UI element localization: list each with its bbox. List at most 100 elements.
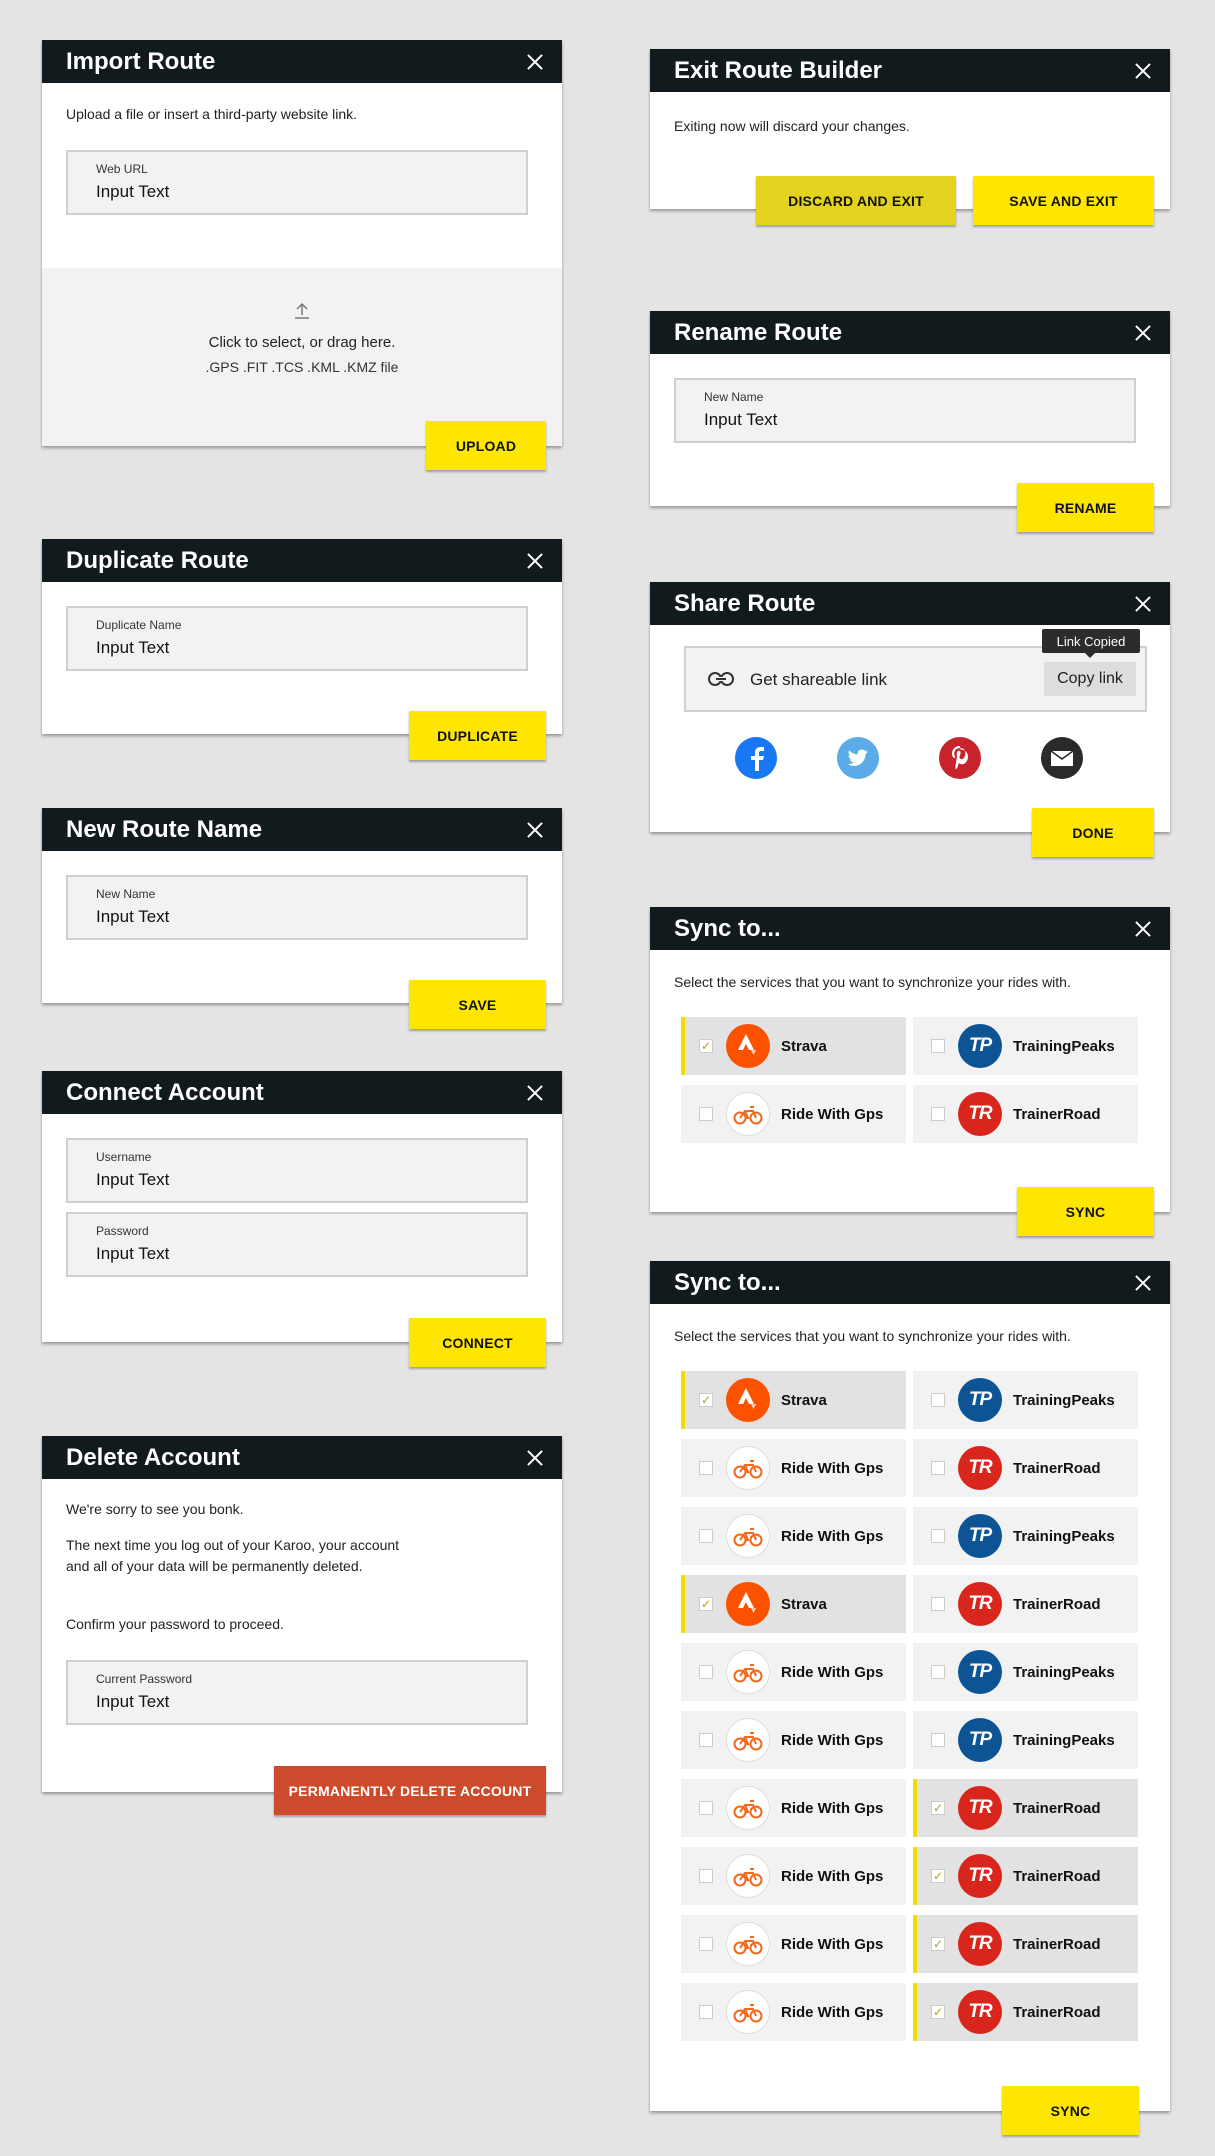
checkbox[interactable]	[931, 1393, 945, 1407]
service-option[interactable]: ✓ Strava	[681, 1575, 906, 1633]
service-option[interactable]: Ride With Gps	[681, 1439, 906, 1497]
checkbox-checked[interactable]: ✓	[931, 1937, 945, 1951]
service-option[interactable]: TP TrainingPeaks	[913, 1017, 1138, 1075]
close-icon[interactable]	[1134, 62, 1152, 80]
tp-logo-icon: TP	[958, 1378, 1002, 1422]
checkbox[interactable]	[931, 1665, 945, 1679]
sync-button[interactable]: SYNC	[1017, 1187, 1154, 1236]
field-value: Input Text	[96, 1692, 170, 1711]
close-icon[interactable]	[1134, 1274, 1152, 1292]
username-field[interactable]: Username Input Text	[66, 1138, 528, 1203]
checkbox-checked[interactable]: ✓	[931, 1801, 945, 1815]
service-option[interactable]: TP TrainingPeaks	[913, 1371, 1138, 1429]
password-field[interactable]: Password Input Text	[66, 1212, 528, 1277]
checkbox[interactable]	[699, 1529, 713, 1543]
service-option[interactable]: ✓ TR TrainerRoad	[913, 1847, 1138, 1905]
service-name: Ride With Gps	[781, 1663, 884, 1681]
checkbox[interactable]	[699, 1801, 713, 1815]
rwg-logo-icon	[726, 1922, 770, 1966]
service-option[interactable]: ✓ Strava	[681, 1371, 906, 1429]
close-icon[interactable]	[1134, 595, 1152, 613]
service-option[interactable]: Ride With Gps	[681, 1507, 906, 1565]
checkbox[interactable]	[931, 1597, 945, 1611]
service-option[interactable]: Ride With Gps	[681, 1779, 906, 1837]
close-icon[interactable]	[1134, 920, 1152, 938]
checkbox[interactable]	[699, 1733, 713, 1747]
web-url-field[interactable]: Web URL Input Text	[66, 150, 528, 215]
checkbox-checked[interactable]: ✓	[931, 2005, 945, 2019]
dialog-title: Exit Route Builder	[674, 56, 883, 84]
checkbox[interactable]	[699, 2005, 713, 2019]
copy-link-button[interactable]: Copy link	[1044, 662, 1136, 696]
service-option[interactable]: TP TrainingPeaks	[913, 1643, 1138, 1701]
rename-button[interactable]: RENAME	[1017, 483, 1154, 532]
twitter-icon[interactable]	[837, 737, 879, 779]
service-option[interactable]: Ride With Gps	[681, 1983, 906, 2041]
checkbox[interactable]	[931, 1461, 945, 1475]
new-name-field[interactable]: New Name Input Text	[66, 875, 528, 940]
permanently-delete-button[interactable]: PERMANENTLY DELETE ACCOUNT	[274, 1766, 546, 1815]
email-icon[interactable]	[1041, 737, 1083, 779]
service-option[interactable]: Ride With Gps	[681, 1711, 906, 1769]
pinterest-icon[interactable]	[939, 737, 981, 779]
service-option[interactable]: TP TrainingPeaks	[913, 1507, 1138, 1565]
service-option[interactable]: TP TrainingPeaks	[913, 1711, 1138, 1769]
close-icon[interactable]	[526, 53, 544, 71]
field-value: Input Text	[96, 1170, 170, 1189]
checkbox[interactable]	[931, 1039, 945, 1053]
connect-account-dialog: Connect Account Username Input Text Pass…	[42, 1071, 562, 1367]
dialog-title: Share Route	[674, 589, 816, 617]
duplicate-name-field[interactable]: Duplicate Name Input Text	[66, 606, 528, 671]
service-option[interactable]: Ride With Gps	[681, 1643, 906, 1701]
done-button[interactable]: DONE	[1032, 808, 1154, 857]
shareable-link-box[interactable]: Get shareable link Copy link Link Copied	[684, 629, 1147, 712]
service-name: Ride With Gps	[781, 1867, 884, 1885]
new-name-field[interactable]: New Name Input Text	[674, 378, 1136, 443]
save-button[interactable]: SAVE	[409, 980, 546, 1029]
dialog-description: Select the services that you want to syn…	[674, 1328, 1071, 1344]
confirm-text: Confirm your password to proceed.	[66, 1616, 284, 1632]
tp-logo-icon: TP	[958, 1718, 1002, 1762]
close-icon[interactable]	[526, 552, 544, 570]
close-icon[interactable]	[1134, 324, 1152, 342]
upload-button[interactable]: UPLOAD	[426, 421, 546, 470]
service-option[interactable]: Ride With Gps	[681, 1915, 906, 1973]
checkbox[interactable]	[931, 1529, 945, 1543]
checkbox[interactable]	[699, 1461, 713, 1475]
connect-button[interactable]: CONNECT	[409, 1318, 546, 1367]
checkbox[interactable]	[699, 1869, 713, 1883]
checkbox-checked[interactable]: ✓	[699, 1597, 713, 1611]
checkbox-checked[interactable]: ✓	[699, 1393, 713, 1407]
checkbox[interactable]	[699, 1665, 713, 1679]
dialog-header: Sync to...	[650, 907, 1170, 950]
discard-and-exit-button[interactable]: DISCARD AND EXIT	[756, 176, 956, 225]
service-option[interactable]: ✓ TR TrainerRoad	[913, 1779, 1138, 1837]
service-name: TrainingPeaks	[1013, 1663, 1115, 1681]
service-option[interactable]: Ride With Gps	[681, 1847, 906, 1905]
service-option[interactable]: TR TrainerRoad	[913, 1575, 1138, 1633]
checkbox[interactable]	[699, 1937, 713, 1951]
service-option[interactable]: TR TrainerRoad	[913, 1439, 1138, 1497]
close-icon[interactable]	[526, 1084, 544, 1102]
sync-button[interactable]: SYNC	[1002, 2086, 1139, 2135]
checkbox-checked[interactable]: ✓	[931, 1869, 945, 1883]
close-icon[interactable]	[526, 821, 544, 839]
facebook-icon[interactable]	[735, 737, 777, 779]
service-name: Strava	[781, 1595, 827, 1613]
file-dropzone[interactable]: Click to select, or drag here. .GPS .FIT…	[42, 268, 562, 446]
checkbox[interactable]	[931, 1733, 945, 1747]
service-option[interactable]: ✓ TR TrainerRoad	[913, 1915, 1138, 1973]
dialog-header: Duplicate Route	[42, 539, 562, 582]
save-and-exit-button[interactable]: SAVE AND EXIT	[973, 176, 1154, 225]
current-password-field[interactable]: Current Password Input Text	[66, 1660, 528, 1725]
dialog-title: Rename Route	[674, 318, 843, 346]
checkbox-checked[interactable]: ✓	[699, 1039, 713, 1053]
duplicate-button[interactable]: DUPLICATE	[409, 711, 546, 760]
service-option[interactable]: Ride With Gps	[681, 1085, 906, 1143]
service-option[interactable]: ✓ Strava	[681, 1017, 906, 1075]
checkbox[interactable]	[699, 1107, 713, 1121]
service-option[interactable]: ✓ TR TrainerRoad	[913, 1983, 1138, 2041]
checkbox[interactable]	[931, 1107, 945, 1121]
service-option[interactable]: TR TrainerRoad	[913, 1085, 1138, 1143]
close-icon[interactable]	[526, 1449, 544, 1467]
